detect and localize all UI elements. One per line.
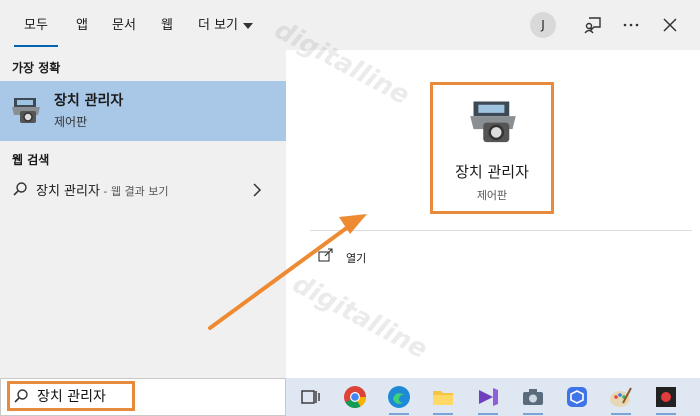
search-icon [12,181,28,201]
best-match-item[interactable]: 장치 관리자 제어판 [0,81,286,141]
open-icon [318,247,334,267]
detail-title: 장치 관리자 [455,163,529,181]
results-panel: 가장 정확 장치 관리자 제어판 웹 검색 장치 관리자 - 웹 결과 보기 [0,50,286,378]
detail-highlight-box: 장치 관리자 제어판 [430,82,554,214]
recorder-icon[interactable] [654,385,678,415]
search-icon [13,388,29,408]
edge-icon[interactable] [387,385,411,415]
web-search-query: 장치 관리자 [36,184,100,199]
open-label: 열기 [346,252,367,265]
search-input[interactable] [37,386,147,406]
taskbar [286,378,700,416]
tab-apps[interactable]: 앱 [76,14,88,34]
web-search-item[interactable]: 장치 관리자 - 웹 결과 보기 [0,177,286,203]
more-options-icon[interactable] [620,14,642,36]
best-match-heading: 가장 정확 [12,61,61,75]
chrome-icon[interactable] [343,385,367,409]
best-match-title: 장치 관리자 [54,93,124,109]
detail-subtitle: 제어판 [476,189,508,202]
paint-icon[interactable] [609,385,633,415]
tab-all[interactable]: 모두 [14,14,58,47]
web-search-heading: 웹 검색 [12,153,50,167]
best-match-subtitle: 제어판 [54,115,88,129]
tab-more[interactable]: 더 보기 [198,14,254,34]
tab-more-label: 더 보기 [198,18,239,33]
divider [310,230,692,231]
file-explorer-icon[interactable] [431,385,455,415]
tab-web[interactable]: 웹 [161,14,173,34]
avatar[interactable]: J [530,12,556,38]
device-manager-icon [10,95,42,129]
camera-icon[interactable] [521,385,545,415]
web-search-text: 장치 관리자 - 웹 결과 보기 [36,180,169,199]
close-icon[interactable] [659,14,681,36]
chevron-right-icon[interactable] [252,182,262,201]
feedback-icon[interactable] [582,14,604,36]
chevron-down-icon [243,22,254,29]
search-bar [0,378,286,416]
visual-studio-icon[interactable] [476,385,500,415]
tab-documents[interactable]: 문서 [112,14,136,34]
device-manager-icon [467,95,519,151]
app-cube-icon[interactable] [565,385,589,409]
web-search-suffix: - 웹 결과 보기 [99,185,169,198]
top-bar: 모두 앱 문서 웹 더 보기 J [0,0,700,50]
task-view-icon[interactable] [298,385,322,409]
